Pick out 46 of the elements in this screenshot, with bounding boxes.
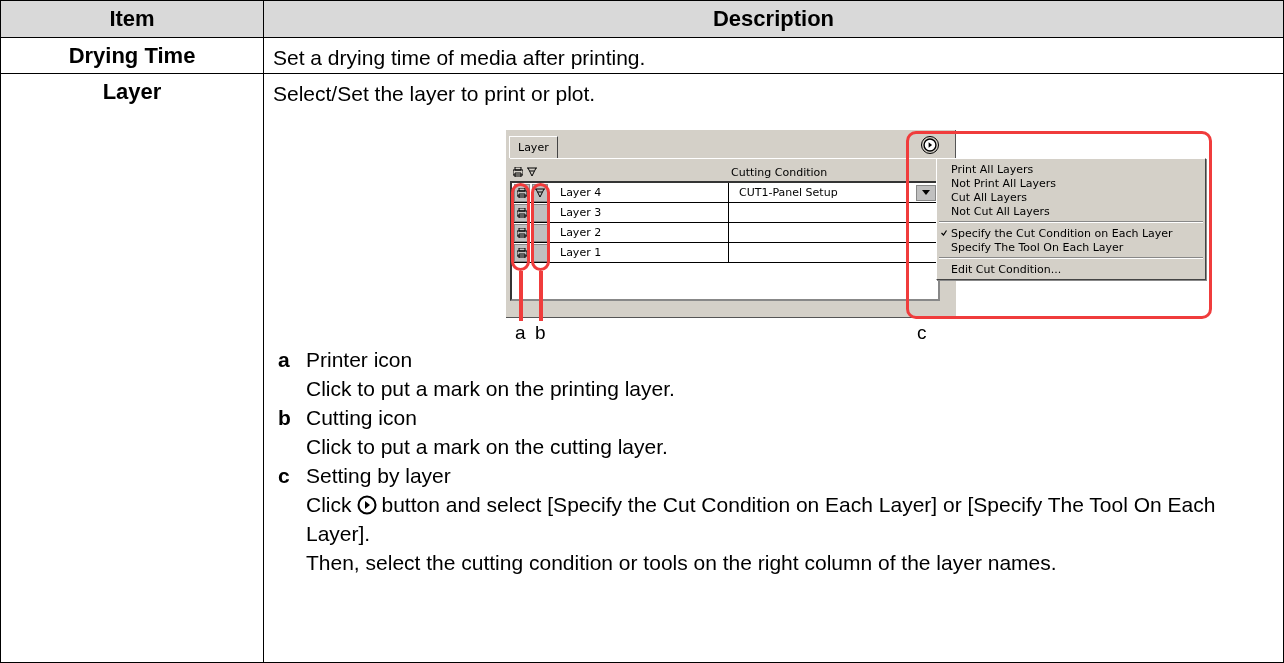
- column-header: Item: [1, 1, 264, 38]
- callout-label: b: [535, 322, 546, 344]
- item-name: Drying Time: [68, 43, 196, 69]
- description-text: Set a drying time of media after printing.: [273, 45, 646, 71]
- description-text: Select/Set the layer to print or plot.: [273, 81, 596, 107]
- condition-value: CUT1-Panel Setup: [739, 186, 838, 199]
- note-title: Setting by layer: [306, 463, 452, 489]
- play-circle-icon: [923, 138, 937, 152]
- layer-name: Layer 1: [559, 246, 603, 259]
- printer-icon: [517, 227, 527, 238]
- cutting-icon: [527, 167, 537, 177]
- note-text: Then, select the cutting condition or tools on the right column of the layer names.: [306, 550, 1058, 576]
- dropdown-button[interactable]: [916, 184, 936, 201]
- printer-icon: [517, 247, 527, 258]
- check-icon: [941, 230, 947, 236]
- printer-icon: [513, 167, 523, 177]
- note-text: Click button and select [Specify the Cut Condition on Each Layer] or [Specify The Tool On Each Layer].: [306, 492, 1217, 547]
- menu-item[interactable]: Edit Cut Condition...: [951, 262, 1062, 276]
- printer-icon: [517, 187, 527, 198]
- caret-icon: [922, 190, 930, 195]
- note-title: Cutting icon: [306, 405, 418, 431]
- note-text: Click to put a mark on the cutting layer.: [306, 434, 668, 460]
- layer-name: Layer 4: [559, 186, 603, 199]
- callout-label: a: [515, 322, 526, 344]
- menu-item[interactable]: Specify the Cut Condition on Each Layer: [951, 226, 1173, 240]
- note-title: Printer icon: [306, 347, 414, 373]
- menu-item[interactable]: Print All Layers: [951, 162, 1034, 176]
- layer-name: Layer 2: [559, 226, 603, 239]
- callout-label: c: [917, 322, 927, 344]
- layer-tab[interactable]: Layer: [509, 136, 558, 158]
- play-circle-icon: [356, 495, 377, 515]
- printer-icon: [517, 207, 527, 218]
- menu-item[interactable]: Specify The Tool On Each Layer: [951, 240, 1124, 254]
- column-header: Description: [264, 1, 1284, 38]
- menu-button[interactable]: [921, 136, 939, 154]
- menu-item[interactable]: Not Print All Layers: [951, 176, 1057, 190]
- column-header: Cutting Condition: [731, 165, 828, 179]
- menu-item[interactable]: Cut All Layers: [951, 190, 1027, 204]
- layer-name: Layer 3: [559, 206, 603, 219]
- cutting-icon: [535, 187, 545, 198]
- note-text: Click to put a mark on the printing layer.: [306, 376, 675, 402]
- note-key: c: [278, 461, 306, 577]
- menu-item[interactable]: Not Cut All Layers: [951, 204, 1050, 218]
- item-name: Layer: [102, 79, 162, 105]
- note-key: a: [278, 345, 306, 403]
- note-key: b: [278, 403, 306, 461]
